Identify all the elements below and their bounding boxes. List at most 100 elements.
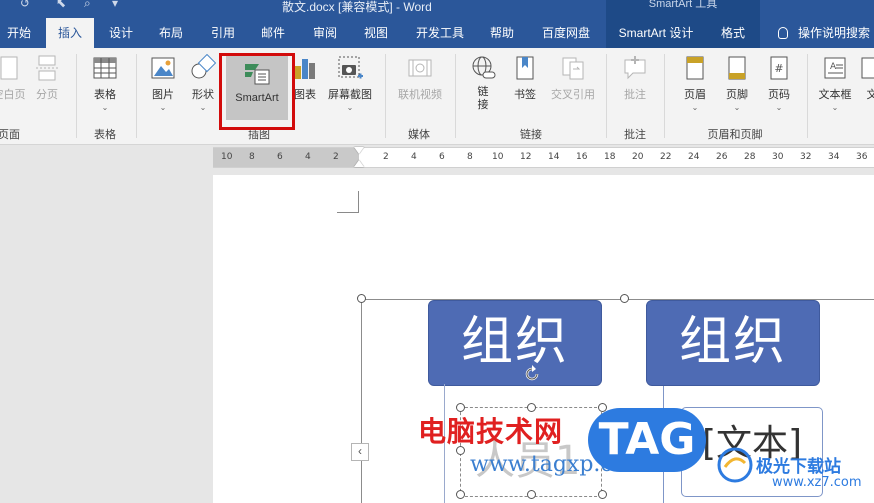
tab-references[interactable]: 引用 [202, 18, 244, 48]
bar-chart-icon [295, 59, 315, 79]
ruler-tick-label: 30 [772, 152, 784, 162]
header-button[interactable]: 页眉 ⌄ [676, 54, 714, 113]
tab-mailings[interactable]: 邮件 [252, 18, 294, 48]
pointer-icon[interactable]: ⬉ [56, 0, 66, 10]
chevron-down-icon: ⌄ [346, 103, 354, 112]
tell-me-search[interactable]: 操作说明搜索 [778, 18, 870, 48]
text-box-button[interactable]: A 文本框 ⌄ [814, 54, 856, 113]
resize-handle[interactable] [598, 490, 607, 499]
document-parts-icon [861, 57, 874, 79]
cross-reference-button[interactable]: 交叉引用 [546, 54, 600, 102]
ruler-tick-label: 14 [548, 152, 560, 162]
comment-label: 批注 [624, 89, 646, 101]
cross-reference-label: 交叉引用 [551, 89, 595, 101]
resize-handle[interactable] [527, 490, 536, 499]
watermark-tag-logo: TAG [588, 408, 706, 472]
shapes-label: 形状 [192, 89, 214, 101]
globe-link-icon [472, 56, 496, 79]
screenshot-label: 屏幕截图 [328, 89, 372, 101]
chevron-down-icon: ⌄ [199, 103, 207, 112]
tab-view[interactable]: 视图 [355, 18, 397, 48]
page-number-icon: # [770, 56, 788, 80]
smartart-node-left[interactable]: 组织 [428, 300, 602, 386]
group-divider [455, 54, 456, 138]
margin-corner-mark [337, 191, 359, 213]
page-break-label: 分页 [36, 89, 58, 101]
first-line-indent-marker[interactable] [354, 147, 364, 154]
illustrations-group-label: 插图 [248, 129, 270, 141]
ruler-tick-label: 2 [333, 152, 339, 162]
page-break-icon [36, 55, 58, 81]
tab-insert[interactable]: 插入 [46, 18, 94, 48]
tab-developer[interactable]: 开发工具 [409, 18, 471, 48]
header-label: 页眉 [684, 89, 706, 101]
online-video-button[interactable]: 联机视频 [392, 54, 448, 102]
chart-button[interactable]: 图表 [288, 54, 322, 102]
tell-me-label: 操作说明搜索 [798, 26, 871, 40]
resize-handle[interactable] [357, 294, 366, 303]
ruler-tick-label: 34 [828, 152, 840, 162]
blank-page-label: 空白页 [0, 89, 26, 101]
text-more-button[interactable]: 文 [858, 54, 874, 102]
group-divider [807, 54, 808, 138]
chevron-down-icon: ⌄ [733, 103, 741, 112]
ruler-tick-label: 6 [439, 152, 445, 162]
smartart-icon [245, 64, 270, 85]
ruler-tick-label: 6 [277, 152, 283, 162]
print-preview-icon[interactable]: ⌕ [84, 0, 91, 11]
blank-page-button[interactable]: 空白页 [0, 54, 26, 102]
tab-help[interactable]: 帮助 [481, 18, 523, 48]
tab-layout[interactable]: 布局 [150, 18, 192, 48]
ribbon-tab-bar: 开始 插入 设计 布局 引用 邮件 审阅 视图 开发工具 帮助 百度网盘 Sma… [0, 18, 874, 48]
header-icon [686, 56, 704, 80]
cross-reference-icon [562, 57, 584, 80]
undo-icon[interactable]: ↺ [20, 0, 30, 10]
ruler-tick-label: 16 [576, 152, 588, 162]
tab-home[interactable]: 开始 [0, 18, 38, 48]
customize-quick-access-icon[interactable]: ▾ [112, 0, 118, 10]
ribbon-insert-panel: 空白页 分页 页面 表格 ⌄ 表格 图片 ⌄ 形状 ⌄ SmartArt 图表 … [0, 48, 874, 145]
text-box-icon: A [824, 57, 846, 79]
rotate-handle-icon[interactable] [522, 364, 542, 384]
tab-review[interactable]: 审阅 [304, 18, 346, 48]
horizontal-ruler[interactable]: 10 8 6 4 2 2 4 6 8 10 12 14 16 18 20 22 24 26 28 30 32 34 36 [213, 147, 874, 168]
chevron-down-icon: ⌄ [101, 103, 109, 112]
shapes-button[interactable]: 形状 ⌄ [186, 54, 220, 113]
pictures-button[interactable]: 图片 ⌄ [146, 54, 180, 113]
watermark-xz-url: www.xz7.com [772, 475, 862, 490]
resize-handle[interactable] [620, 294, 629, 303]
bookmark-button[interactable]: 书签 [506, 54, 544, 102]
footer-button[interactable]: 页脚 ⌄ [718, 54, 756, 113]
screenshot-button[interactable]: 屏幕截图 ⌄ [324, 54, 376, 113]
smartart-button[interactable]: SmartArt [226, 56, 288, 120]
smartart-node-right[interactable]: 组织 [646, 300, 820, 386]
tab-format[interactable]: 格式 [706, 18, 760, 48]
table-button[interactable]: 表格 ⌄ [86, 54, 124, 113]
tab-baidu-netdisk[interactable]: 百度网盘 [535, 18, 597, 48]
comment-button[interactable]: 批注 [614, 54, 656, 102]
watermark-xz-name: 极光下载站 [756, 457, 841, 477]
pictures-label: 图片 [152, 89, 174, 101]
page-number-button[interactable]: # 页码 ⌄ [760, 54, 798, 113]
ruler-tick-label: 28 [744, 152, 756, 162]
pages-group-label: 页面 [0, 129, 20, 141]
link-button[interactable]: 链接 [466, 54, 500, 112]
blank-page-icon [0, 56, 18, 80]
tab-smartart-design[interactable]: SmartArt 设计 [606, 18, 706, 48]
ruler-tick-label: 10 [492, 152, 504, 162]
text-pane-toggle[interactable]: ‹ [351, 443, 369, 461]
ruler-tick-label: 36 [856, 152, 868, 162]
links-group-label: 链接 [520, 129, 542, 141]
text-more-label: 文 [866, 89, 874, 101]
hanging-indent-marker[interactable] [354, 160, 364, 167]
chart-label: 图表 [294, 89, 316, 101]
svg-text:#: # [774, 62, 783, 75]
online-video-label: 联机视频 [398, 89, 442, 101]
ruler-tick-label: 22 [660, 152, 672, 162]
resize-handle[interactable] [456, 490, 465, 499]
tab-design[interactable]: 设计 [100, 18, 142, 48]
page-break-button[interactable]: 分页 [30, 54, 64, 102]
title-bar: ↺ ⬉ ⌕ ▾ 散文.docx [兼容模式] - Word SmartArt 工… [0, 0, 874, 18]
ruler-tick-label: 2 [383, 152, 389, 162]
group-divider [664, 54, 665, 138]
